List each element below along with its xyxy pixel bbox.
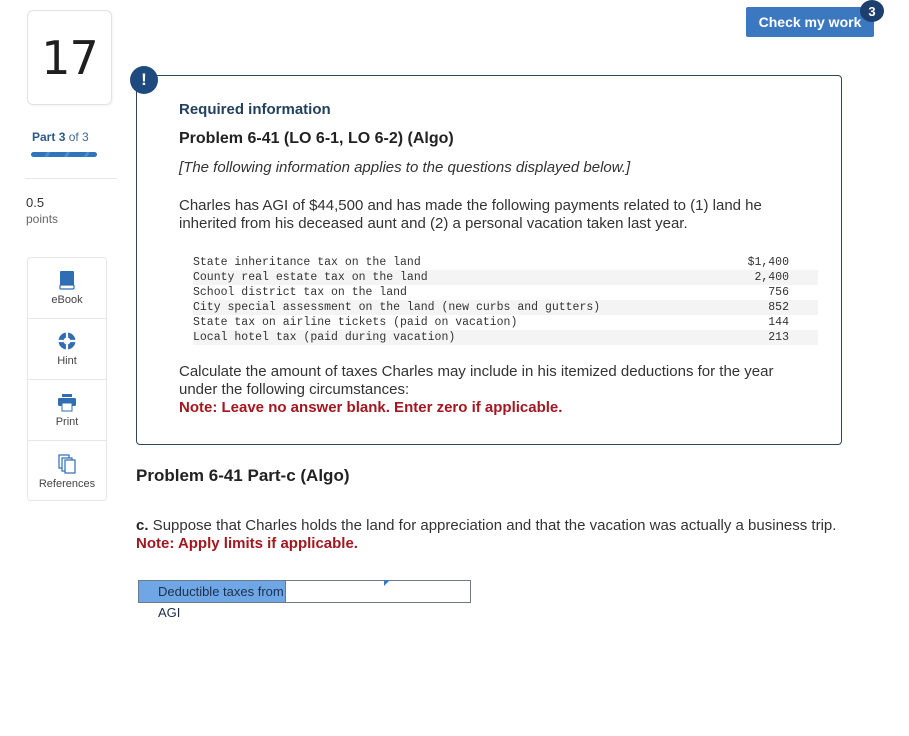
deductible-taxes-label: Deductible taxes from AGI [139, 581, 285, 620]
problem-intro: Charles has AGI of $44,500 and has made … [179, 197, 762, 232]
table-row: Local hotel tax (paid during vacation) 2… [193, 330, 818, 345]
part-progress-bar [31, 152, 97, 157]
tax-item: School district tax on the land [193, 286, 407, 299]
question-number-box: 17 [27, 10, 112, 105]
calculation-instructions: Calculate the amount of taxes Charles ma… [179, 363, 809, 417]
tax-amount: 213 [725, 330, 818, 345]
table-row: State tax on airline tickets (paid on va… [193, 315, 818, 330]
problem-title: Problem 6-41 (LO 6-1, LO 6-2) (Algo) [179, 130, 454, 147]
tax-amount: 852 [725, 300, 818, 315]
deductible-taxes-input[interactable] [285, 581, 470, 602]
part-indicator: Part 3 of 3 [32, 130, 89, 144]
print-label: Print [55, 416, 79, 428]
table-row: City special assessment on the land (new… [193, 300, 818, 315]
points-value: 0.5 [26, 195, 45, 210]
table-row: County real estate tax on the land 2,400 [193, 270, 818, 285]
tax-amount: 2,400 [725, 270, 818, 285]
alert-icon: ! [130, 66, 158, 94]
limits-note: Note: Apply limits if applicable. [136, 535, 358, 552]
check-attempts-badge: 3 [860, 0, 884, 22]
tax-amount: 756 [768, 286, 789, 299]
tax-amount: $1,400 [747, 256, 789, 269]
part-c-prefix: c. [136, 517, 149, 534]
sidebar-divider [25, 178, 117, 179]
calc-text: Calculate the amount of taxes Charles ma… [179, 363, 774, 398]
applies-note: [The following information applies to th… [179, 159, 631, 176]
table-row: State inheritance tax on the land $1,400 [193, 255, 818, 270]
tax-payments-table: State inheritance tax on the land $1,400… [193, 255, 818, 345]
answer-row: Deductible taxes from AGI [138, 580, 471, 620]
hint-button[interactable]: Hint [28, 319, 106, 380]
tax-item: County real estate tax on the land [193, 270, 726, 285]
tax-item: City special assessment on the land (new… [193, 300, 726, 315]
lifebuoy-icon [58, 332, 76, 350]
part-word: Part [32, 130, 56, 144]
table-row: School district tax on the land 756 [193, 285, 818, 300]
tax-item: State inheritance tax on the land [193, 256, 421, 269]
printer-icon [58, 394, 76, 412]
part-of: of 3 [68, 130, 89, 144]
part-current: 3 [58, 130, 66, 144]
book-icon [59, 271, 75, 290]
blank-note: Note: Leave no answer blank. Enter zero … [179, 399, 563, 416]
references-label: References [38, 477, 96, 490]
ebook-button[interactable]: eBook [28, 258, 106, 319]
part-c-question-text: Suppose that Charles holds the land for … [148, 517, 837, 534]
points-label: points [26, 212, 59, 226]
documents-icon [58, 453, 76, 474]
part-c-question: c. Suppose that Charles holds the land f… [136, 517, 896, 553]
ebook-label: eBook [51, 294, 83, 306]
question-number: 17 [41, 30, 99, 85]
required-info-title: Required information [179, 101, 331, 118]
hint-label: Hint [57, 355, 77, 367]
print-button[interactable]: Print [28, 380, 106, 441]
tax-item: State tax on airline tickets (paid on va… [193, 316, 518, 329]
check-my-work-button[interactable]: Check my work [746, 7, 874, 37]
part-c-title: Problem 6-41 Part-c (Algo) [136, 466, 350, 485]
tax-amount: 144 [768, 316, 789, 329]
references-button[interactable]: References [28, 441, 106, 502]
input-flag-icon [384, 580, 390, 586]
tax-item: Local hotel tax (paid during vacation) [193, 330, 726, 345]
tools-panel: eBook Hint Print References [27, 257, 107, 501]
